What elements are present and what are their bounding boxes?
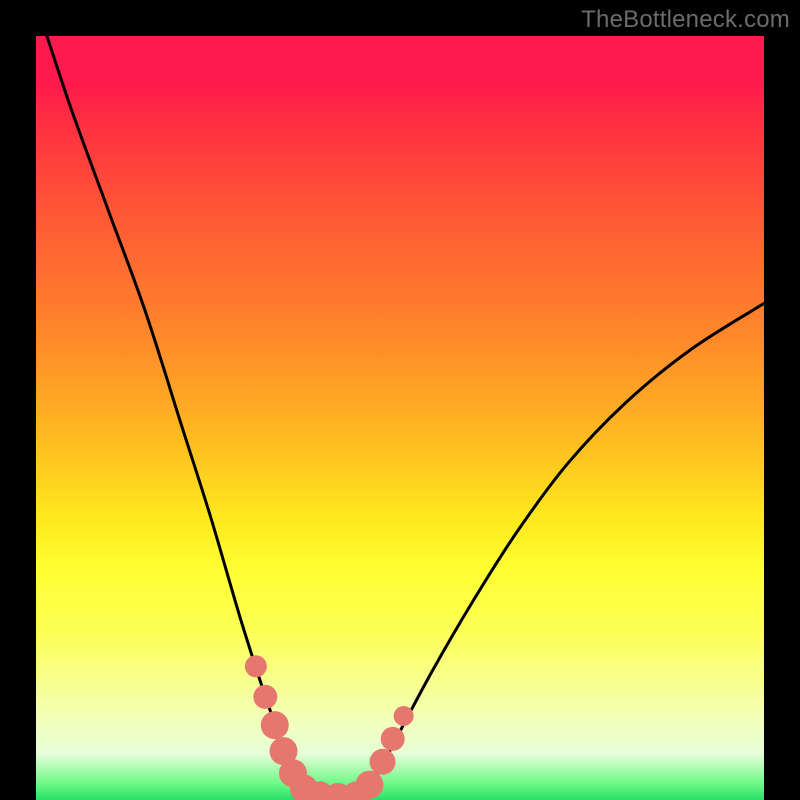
chart-svg xyxy=(36,36,764,800)
highlight-dot xyxy=(394,706,414,726)
highlight-dot xyxy=(381,727,405,751)
highlight-dots xyxy=(245,655,414,800)
watermark-text: TheBottleneck.com xyxy=(581,6,790,34)
highlight-dot xyxy=(355,771,383,799)
highlight-dot xyxy=(370,749,396,775)
bottleneck-curve xyxy=(47,36,764,800)
highlight-dot xyxy=(261,711,289,739)
highlight-dot xyxy=(245,655,267,677)
highlight-dot xyxy=(253,685,277,709)
plot-area xyxy=(36,36,764,800)
